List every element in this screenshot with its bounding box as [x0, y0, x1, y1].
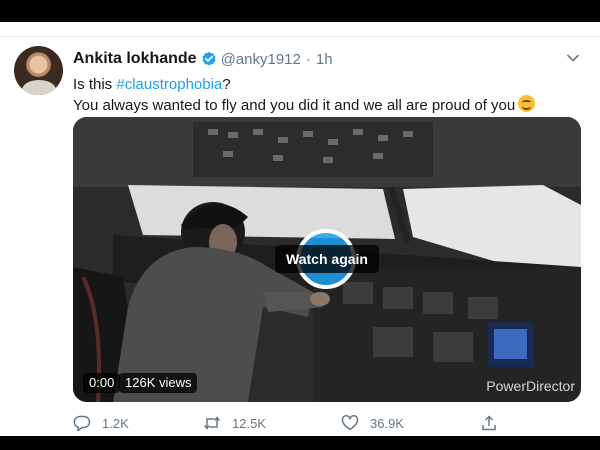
- reply-icon: [73, 415, 91, 432]
- reply-count: 1.2K: [102, 415, 129, 431]
- text-prefix: Is this: [73, 76, 117, 93]
- smiling-face-emoji-icon: [518, 95, 536, 112]
- hashtag-link[interactable]: #claustrophobia: [116, 76, 222, 93]
- video-player[interactable]: Watch again 0:00 126K views PowerDirecto…: [73, 117, 581, 402]
- video-timestamp: 0:00: [83, 373, 121, 393]
- powerdirector-watermark: PowerDirector: [486, 378, 575, 394]
- separator-dot: ·: [305, 50, 311, 68]
- author-name[interactable]: Ankita lokhande: [73, 50, 197, 68]
- share-icon: [482, 415, 496, 431]
- verified-badge-icon: [201, 51, 217, 67]
- reply-button[interactable]: 1.2K: [73, 414, 129, 432]
- tweet-time[interactable]: 1h: [316, 51, 333, 68]
- tweet-text: Is this #claustrophobia? You always want…: [73, 74, 536, 116]
- divider: [0, 36, 600, 37]
- text-suffix: ?: [222, 76, 231, 93]
- like-count: 36.9K: [370, 415, 404, 431]
- retweet-count: 12.5K: [232, 415, 266, 431]
- like-button[interactable]: 36.9K: [341, 414, 404, 432]
- heart-icon: [341, 415, 359, 431]
- author-handle[interactable]: @anky1912: [221, 51, 301, 68]
- retweet-button[interactable]: 12.5K: [203, 414, 266, 432]
- tweet-actions: 1.2K 12.5K 36.9K: [73, 414, 513, 434]
- avatar[interactable]: [14, 46, 63, 95]
- tweet-card[interactable]: Ankita lokhande @anky1912 · 1h Is this #…: [0, 22, 600, 436]
- chevron-down-icon[interactable]: [566, 51, 580, 65]
- tweet-text-line1: Is this #claustrophobia?: [73, 74, 535, 95]
- text-body: You always wanted to fly and you did it …: [73, 97, 516, 114]
- tweet-header: Ankita lokhande @anky1912 · 1h: [73, 49, 333, 69]
- tweet-text-line2: You always wanted to fly and you did it …: [73, 95, 536, 116]
- share-button[interactable]: [480, 414, 509, 432]
- video-views: 126K views: [119, 373, 198, 393]
- watch-again-label: Watch again: [275, 245, 379, 273]
- watch-again-button[interactable]: Watch again: [268, 229, 386, 289]
- retweet-icon: [203, 416, 221, 430]
